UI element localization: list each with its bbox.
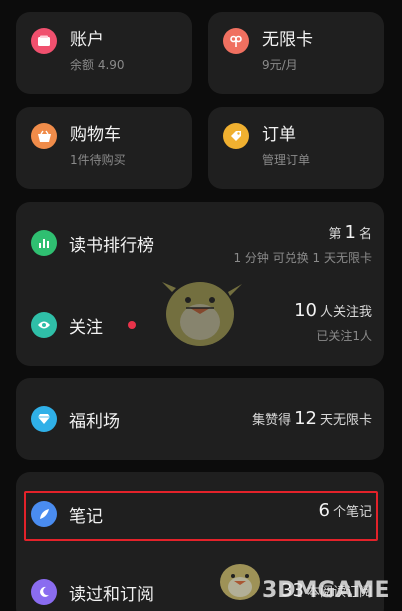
welfare-row[interactable]: 福利场 集赞得 12 天无限卡 (16, 378, 384, 460)
watermark-small-mascot-icon (220, 564, 260, 600)
gift-icon (223, 28, 249, 54)
welfare-card[interactable]: 福利场 集赞得 12 天无限卡 (16, 378, 384, 460)
ranking-exchange-note: 1 分钟 可兑换 1 天无限卡 (233, 251, 372, 265)
tag-icon (223, 123, 249, 149)
bar-chart-icon (31, 230, 57, 256)
followers-count: 10 人关注我 (294, 300, 372, 321)
ranking-rank: 第1名 (328, 222, 372, 243)
unlimited-price: 9元/月 (262, 58, 298, 72)
watermark-brand: 3DMGAME (262, 578, 390, 603)
orders-tile[interactable]: 订单 管理订单 (208, 107, 384, 189)
notes-highlight-box (24, 491, 378, 541)
moon-icon (31, 579, 57, 605)
eye-icon (31, 312, 57, 338)
welfare-reward: 集赞得 12 天无限卡 (252, 408, 372, 429)
ranking-label: 读书排行榜 (69, 235, 154, 256)
follow-label: 关注 (69, 317, 103, 338)
unlimited-title: 无限卡 (262, 30, 313, 50)
read-subscribed-label: 读过和订阅 (69, 584, 154, 605)
following-count: 已关注1人 (316, 329, 372, 343)
watermark-mascot-icon (162, 282, 242, 346)
orders-manage: 管理订单 (262, 153, 311, 167)
account-balance: 余额 4.90 (70, 58, 125, 72)
cart-title: 购物车 (70, 125, 121, 145)
account-title: 账户 (70, 30, 104, 50)
cart-tile[interactable]: 购物车 1件待购买 (16, 107, 192, 189)
cart-pending: 1件待购买 (70, 153, 126, 167)
new-notification-dot (128, 321, 136, 329)
unlimited-card-tile[interactable]: 无限卡 9元/月 (208, 12, 384, 94)
orders-title: 订单 (262, 125, 296, 145)
wallet-icon (31, 28, 57, 54)
diamond-icon (31, 406, 57, 432)
account-tile[interactable]: 账户 余额 4.90 (16, 12, 192, 94)
basket-icon (31, 123, 57, 149)
welfare-label: 福利场 (69, 411, 120, 432)
